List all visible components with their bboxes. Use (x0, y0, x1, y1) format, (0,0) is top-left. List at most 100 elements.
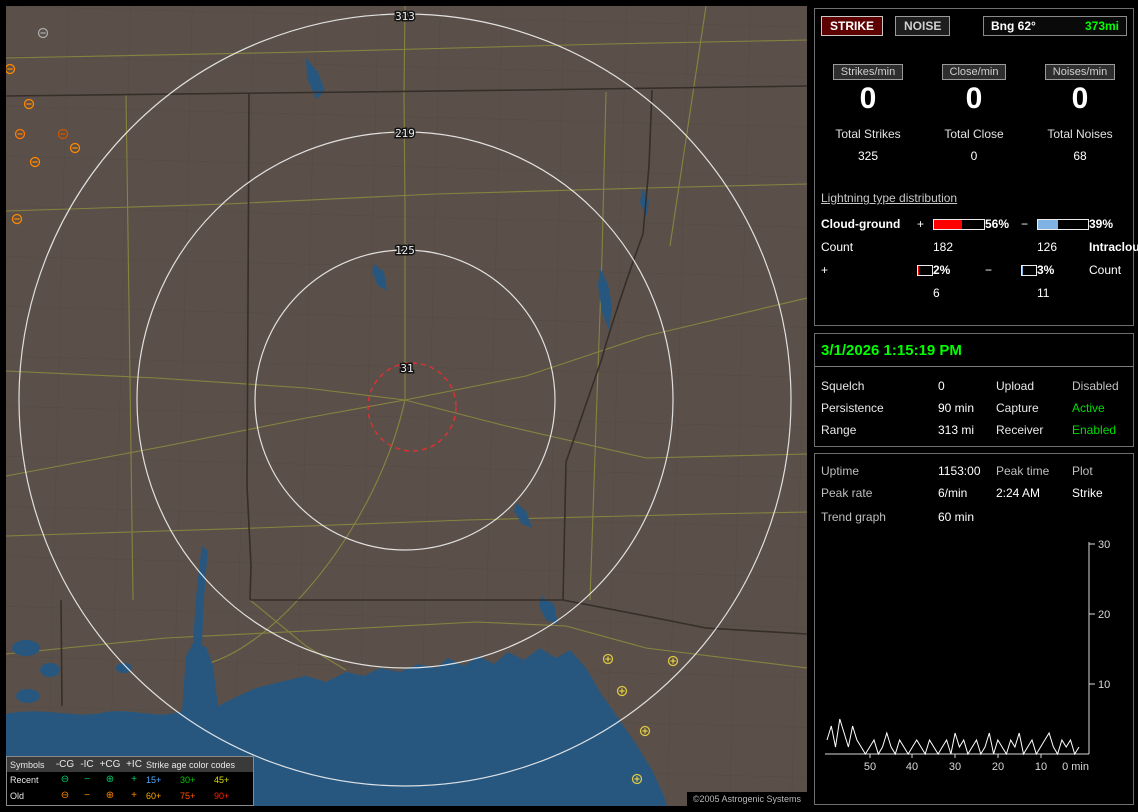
rates-row: Strikes/min 0 Total Strikes 325 Close/mi… (815, 62, 1133, 163)
neg-ic-icon: − (84, 774, 90, 785)
xtick-30: 30 (949, 761, 961, 773)
bearing-display: Bng 62° 373mi (983, 16, 1127, 36)
noises-column: Noises/min 0 Total Noises 68 (1027, 62, 1133, 163)
peak-rate-label: Peak rate (821, 486, 873, 500)
close-per-min-button[interactable]: Close/min (941, 64, 1007, 80)
side-panel: STRIKE NOISE Bng 62° 373mi Strikes/min 0… (810, 0, 1138, 812)
strike-button[interactable]: STRIKE (821, 16, 884, 36)
cg-plus-count: 182 (933, 240, 954, 254)
ic-plus-sign: + (821, 263, 829, 277)
legend-recent-row: Recent ⊖ − ⊕ + 15+ 30+ 45+ (7, 772, 253, 788)
ytick-20: 20 (1098, 609, 1110, 621)
neg-cg-old-icon: ⊖ (60, 790, 70, 801)
strikes-per-min-button[interactable]: Strikes/min (832, 64, 904, 80)
upload-status: Disabled (1072, 379, 1119, 393)
distribution-grid: Cloud-ground + 56% − 39% Count 182 126 I… (815, 217, 1138, 300)
distribution-title: Lightning type distribution (821, 191, 958, 205)
legend-col-ncg: -CG (55, 758, 75, 770)
map-legend: Symbols -CG -IC +CG +IC Strike age color… (6, 756, 254, 806)
ic-plus-count: 6 (933, 286, 940, 300)
uptime-label: Uptime (821, 464, 860, 478)
legend-col-pic: +IC (126, 758, 142, 770)
plot-label: Plot (1072, 464, 1093, 478)
cg-minus-pct: 39% (1089, 217, 1114, 231)
uptime-value: 1153:00 (938, 464, 981, 478)
lightning-map[interactable]: 313 219 125 31 (4, 5, 808, 812)
total-close-value: 0 (970, 149, 978, 163)
mode-row: STRIKE NOISE Bng 62° 373mi (821, 16, 1127, 36)
legend-symbols-title: Symbols (10, 759, 45, 770)
capture-status: Active (1072, 401, 1105, 415)
ic-label: Intracloud (1089, 240, 1138, 254)
total-noises-label: Total Noises (1047, 127, 1113, 141)
legend-old-label: Old (10, 791, 25, 801)
pos-cg-old-icon: ⊕ (105, 790, 115, 801)
ic-minus-pct: 3% (1037, 263, 1055, 277)
trend-window-value: 60 min (938, 510, 975, 524)
upload-label: Upload (996, 379, 1035, 393)
xtick-20: 20 (992, 761, 1004, 773)
status-grid: Uptime 1153:00 Peak time Plot Peak rate … (815, 454, 1133, 500)
neg-ic-old-icon: − (84, 790, 90, 801)
range-value: 313 mi (938, 423, 975, 437)
total-strikes-value: 325 (857, 149, 879, 163)
total-close-label: Total Close (944, 127, 1004, 141)
ic-plus-pct: 2% (933, 263, 951, 277)
nexstorm-window: 313 219 125 31 Symbols -CG -IC +CG +IC S… (0, 0, 1138, 812)
cg-minus-count: 126 (1037, 240, 1058, 254)
ic-minus-sign: − (985, 263, 993, 277)
xtick-0min: 0 min (1062, 761, 1089, 773)
neg-cg-icon: ⊖ (60, 774, 70, 785)
total-strikes-label: Total Strikes (835, 127, 901, 141)
ring-label-313: 313 (395, 10, 415, 23)
legend-recent-label: Recent (10, 775, 39, 785)
strikes-per-min-value: 0 (859, 82, 877, 115)
persistence-label: Persistence (821, 401, 884, 415)
receiver-status: Enabled (1072, 423, 1117, 437)
noises-per-min-button[interactable]: Noises/min (1044, 64, 1116, 80)
squelch-label: Squelch (821, 379, 865, 393)
trend-graph-row: Trend graph 60 min (815, 500, 1133, 524)
cg-label: Cloud-ground (821, 217, 901, 231)
bearing-label: Bng 62° (991, 19, 1036, 33)
strikes-column: Strikes/min 0 Total Strikes 325 (815, 62, 921, 163)
bearing-distance: 373mi (1084, 19, 1119, 33)
cg-negative-bar (1037, 218, 1089, 230)
noises-per-min-value: 0 (1071, 82, 1089, 115)
peak-time-label: Peak time (996, 464, 1050, 478)
status-panel: Uptime 1153:00 Peak time Plot Peak rate … (814, 453, 1134, 805)
age-45: 45+ (214, 775, 230, 785)
cg-plus-pct: 56% (985, 217, 1010, 231)
range-label: Range (821, 423, 857, 437)
noise-button[interactable]: NOISE (895, 16, 951, 36)
total-noises-value: 68 (1073, 149, 1087, 163)
ytick-10: 10 (1098, 679, 1110, 691)
trend-line (826, 718, 1080, 756)
cg-count-label: Count (821, 240, 854, 254)
xtick-10: 10 (1035, 761, 1047, 773)
legend-col-pcg: +CG (99, 758, 121, 770)
close-column: Close/min 0 Total Close 0 (921, 62, 1027, 163)
legend-old-row: Old ⊖ − ⊕ + 60+ 75+ 90+ (7, 788, 253, 804)
datetime-display: 3/1/2026 1:15:19 PM (815, 334, 1133, 367)
trend-chart: 30 20 10 50 40 30 20 10 0 min (825, 539, 1110, 773)
peak-rate-value: 6/min (938, 486, 968, 500)
close-per-min-value: 0 (965, 82, 983, 115)
age-15: 15+ (146, 775, 162, 785)
plot-mode-value: Strike (1072, 486, 1103, 500)
ic-count-label: Count (1089, 263, 1122, 277)
ring-label-219: 219 (395, 127, 415, 140)
cg-positive-bar (933, 218, 985, 230)
settings-panel: 3/1/2026 1:15:19 PM Squelch 0 Upload Dis… (814, 333, 1134, 447)
age-30: 30+ (180, 775, 196, 785)
ring-label-31: 31 (400, 362, 413, 375)
pos-ic-icon: + (131, 774, 137, 785)
strike-stats-panel: STRIKE NOISE Bng 62° 373mi Strikes/min 0… (814, 8, 1138, 326)
squelch-value: 0 (938, 379, 945, 393)
ic-positive-bar (917, 264, 933, 276)
persistence-value: 90 min (938, 401, 975, 415)
copyright-notice: ©2005 Astrogenic Systems (686, 792, 807, 806)
xtick-50: 50 (864, 761, 876, 773)
cg-minus-sign: − (1021, 217, 1029, 231)
age-75: 75+ (180, 791, 196, 801)
